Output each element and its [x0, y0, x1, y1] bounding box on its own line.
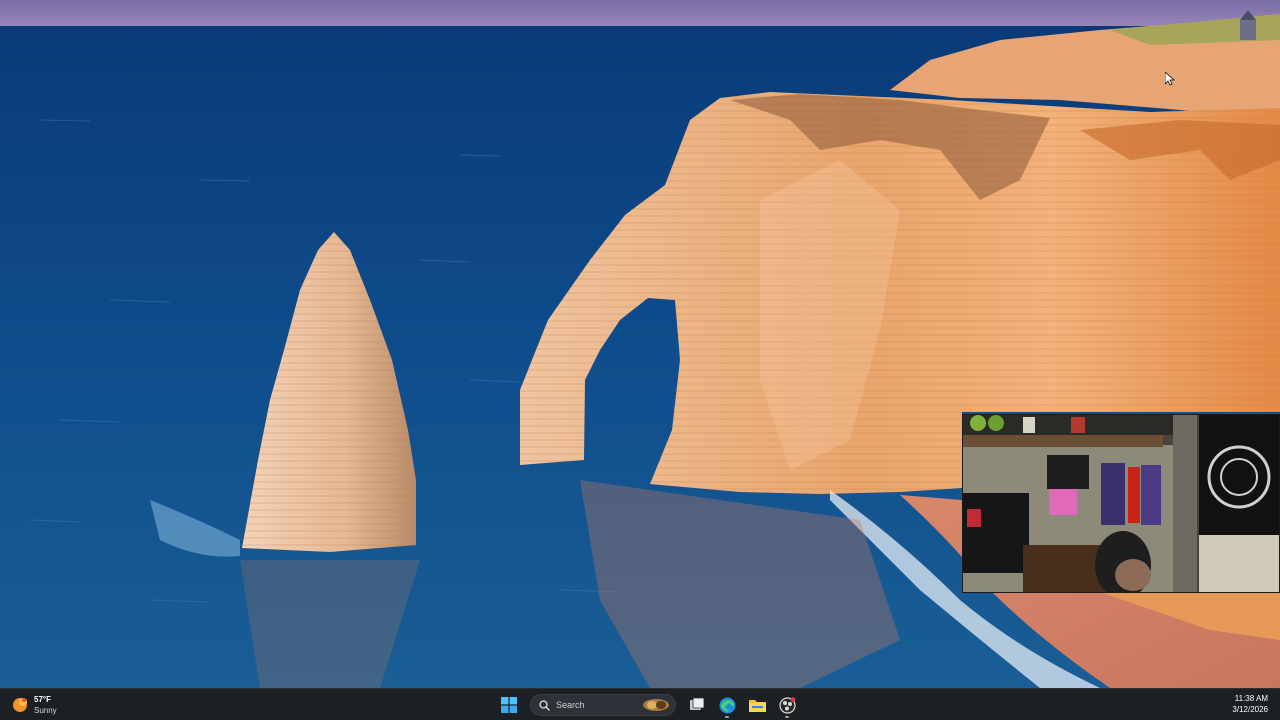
edge-button[interactable] — [714, 692, 740, 718]
search-label: Search — [556, 700, 585, 710]
record-icon — [778, 696, 796, 714]
task-view-button[interactable] — [684, 692, 710, 718]
clock-date: 3/12/2026 — [1232, 705, 1268, 714]
file-explorer-button[interactable] — [744, 692, 770, 718]
weather-temperature: 57°F — [34, 695, 51, 704]
start-button[interactable] — [496, 692, 522, 718]
search-highlight-icon — [643, 699, 669, 711]
folder-icon — [748, 699, 766, 712]
taskbar: 57°F Sunny Search 11:38 AM 3/12/2026 — [0, 688, 1280, 720]
clock-time: 11:38 AM — [1234, 694, 1268, 703]
mouse-cursor-icon — [1165, 72, 1175, 86]
taskbar-center: Search — [496, 692, 800, 718]
windows-logo-icon — [501, 697, 517, 713]
weather-condition: Sunny — [34, 706, 57, 715]
system-clock[interactable]: 11:38 AM 3/12/2026 — [1232, 693, 1268, 715]
taskbar-search-box[interactable]: Search — [530, 694, 676, 716]
edge-icon — [719, 697, 735, 713]
obs-button[interactable] — [774, 692, 800, 718]
weather-widget[interactable]: 57°F Sunny — [12, 692, 57, 718]
task-view-icon — [690, 697, 705, 710]
webcam-overlay — [962, 414, 1280, 593]
search-icon — [539, 699, 550, 711]
sun-cloud-icon — [13, 698, 27, 712]
webcam-feed-image — [963, 415, 1279, 592]
